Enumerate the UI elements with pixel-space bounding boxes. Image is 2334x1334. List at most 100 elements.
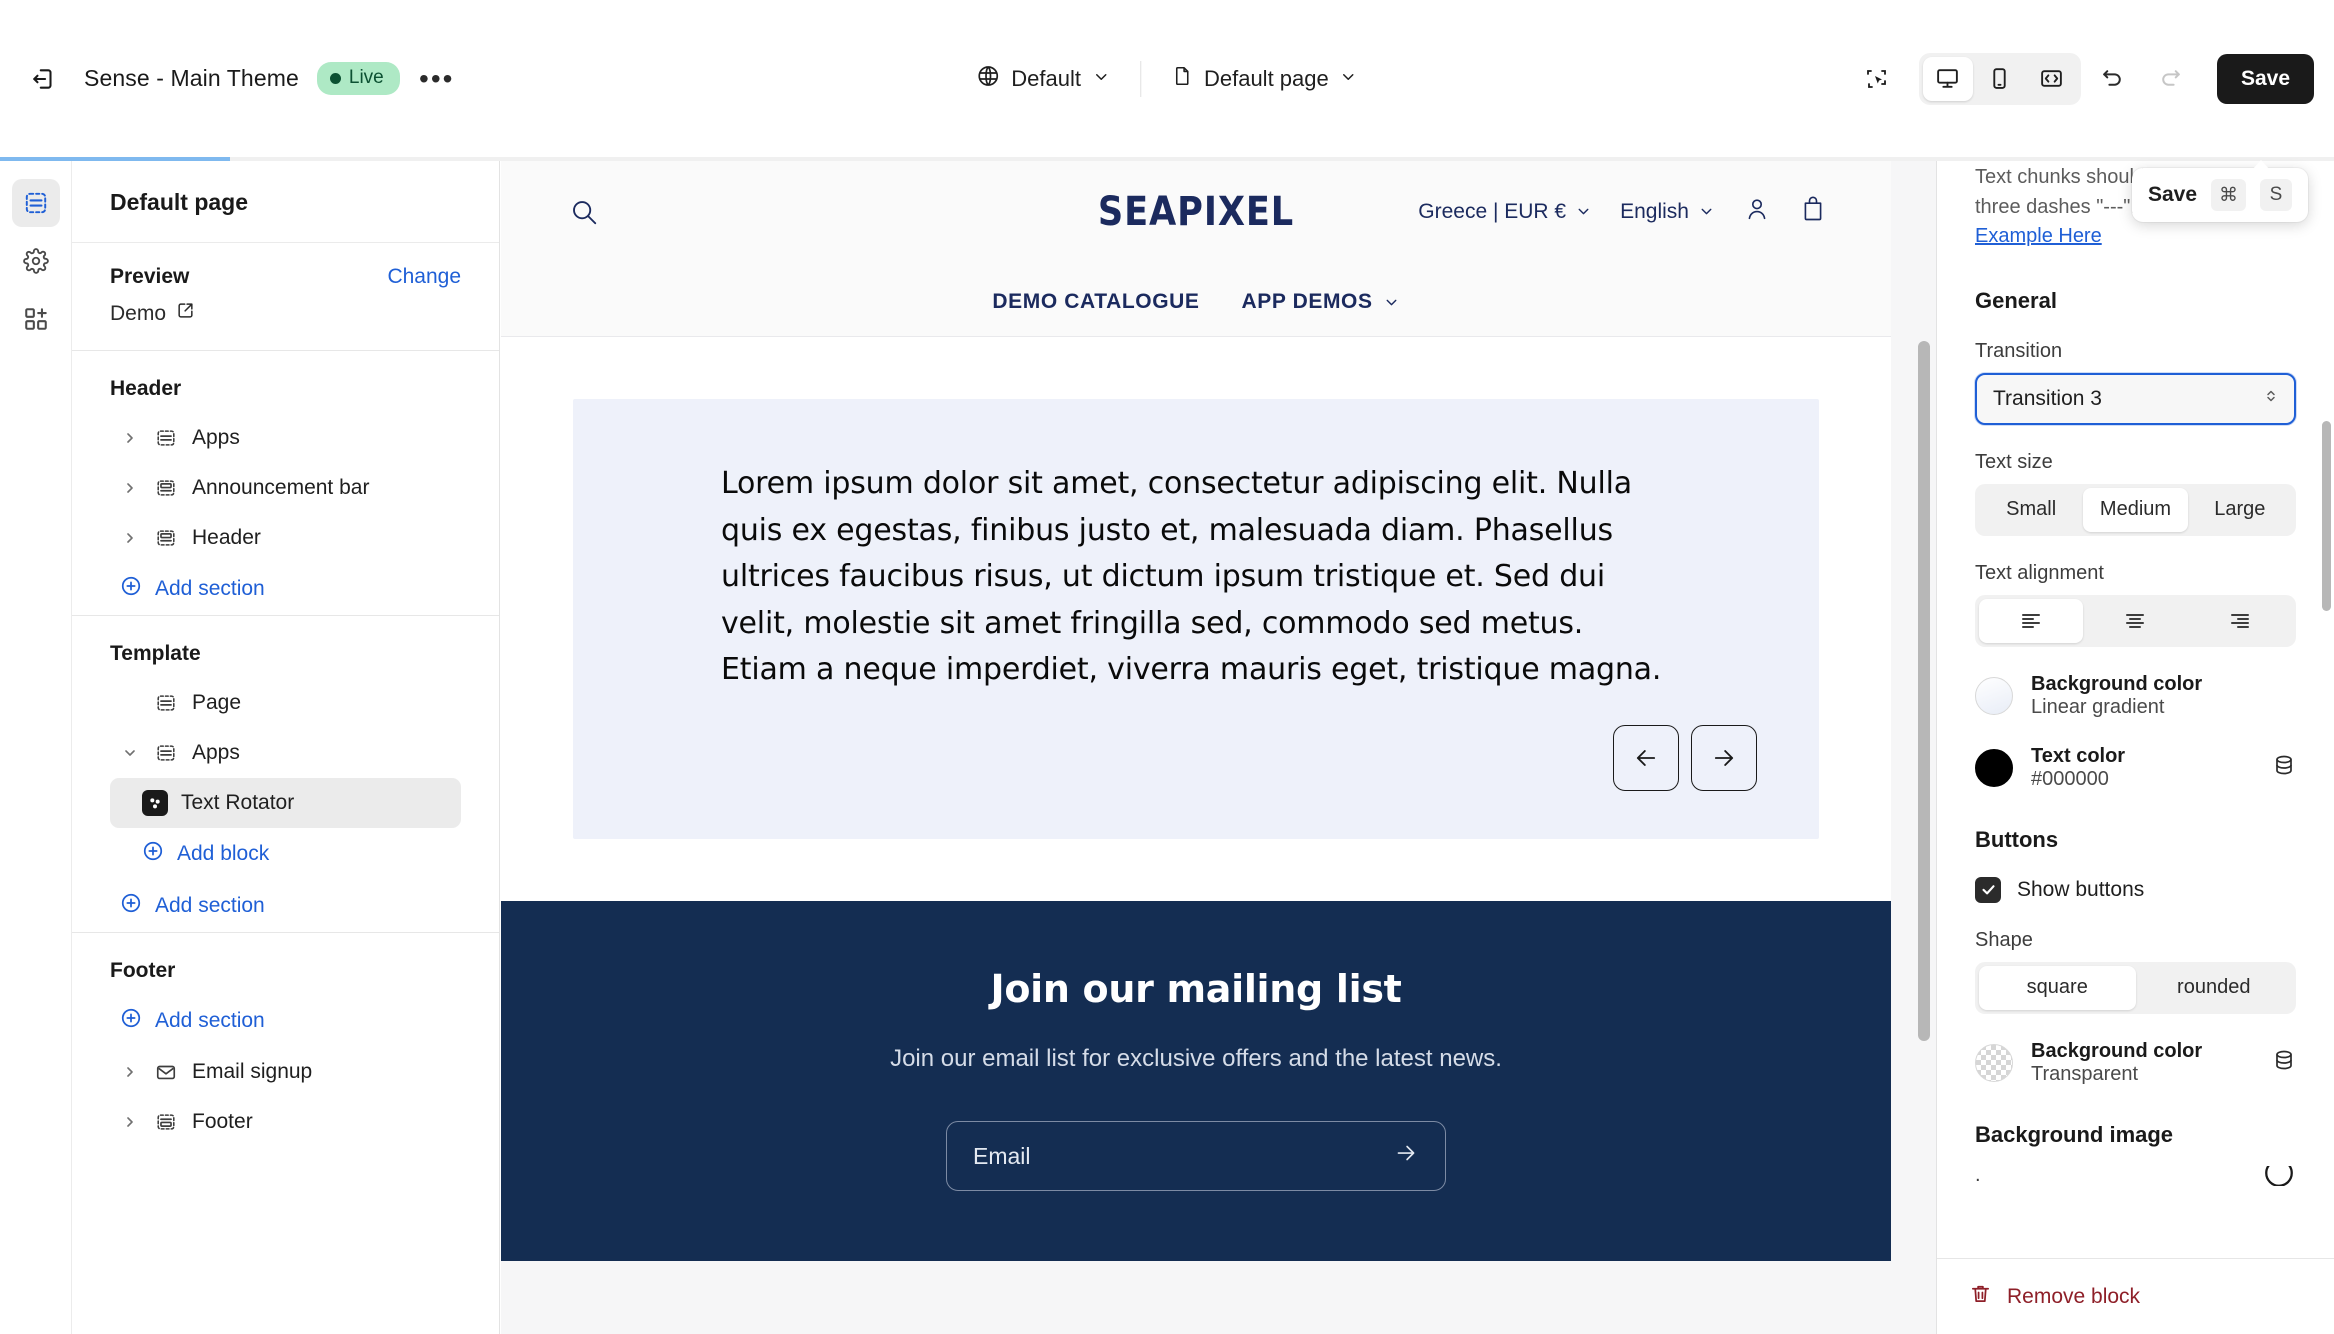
more-actions-button[interactable]: ••• <box>414 57 460 101</box>
sidebar-item-footer[interactable]: Footer <box>110 1097 461 1147</box>
undo-button[interactable] <box>2087 53 2139 105</box>
group-title-template: Template <box>110 642 201 665</box>
add-section-template-button[interactable]: Add section <box>110 880 461 932</box>
sidebar-item-header[interactable]: Header <box>110 513 461 563</box>
example-here-link[interactable]: Example Here <box>1975 225 2102 247</box>
plus-circle-icon <box>120 892 142 920</box>
change-preview-link[interactable]: Change <box>387 265 461 289</box>
chevron-down-icon <box>1701 208 1712 215</box>
add-section-header-button[interactable]: Add section <box>110 563 461 615</box>
preview-value-row[interactable]: Demo <box>110 301 461 326</box>
sidebar-item-label: Apps <box>192 426 240 449</box>
page-icon <box>1171 65 1193 93</box>
background-color-value: Linear gradient <box>2031 695 2165 718</box>
chevron-down-icon <box>120 745 140 761</box>
align-right-icon[interactable] <box>2188 599 2292 643</box>
save-button[interactable]: Save <box>2216 53 2314 104</box>
trash-icon <box>1969 1282 1992 1311</box>
background-image-swatch[interactable] <box>2262 1165 2296 1186</box>
align-left-icon[interactable] <box>1979 598 2084 643</box>
shape-square[interactable]: square <box>1979 965 2136 1010</box>
show-buttons-label: Show buttons <box>2017 877 2145 901</box>
transition-select[interactable]: Transition 3 <box>1975 372 2296 425</box>
preview-value: Demo <box>110 301 167 325</box>
sidebar-page-title: Default page <box>110 189 249 215</box>
rail-item-sections[interactable] <box>11 179 60 227</box>
chevron-right-icon <box>120 1114 140 1130</box>
database-icon[interactable] <box>2272 1048 2296 1077</box>
add-section-footer-button[interactable]: Add section <box>110 995 461 1047</box>
add-block-button[interactable]: Add block <box>110 828 461 880</box>
cart-icon[interactable] <box>1799 195 1827 228</box>
locale-selector[interactable]: Default <box>962 55 1124 103</box>
remove-block-button[interactable]: Remove block <box>1969 1282 2140 1311</box>
chevron-right-icon <box>120 1064 140 1080</box>
sidebar-item-announcement-bar[interactable]: Announcement bar <box>110 463 461 513</box>
page-selector[interactable]: Default page <box>1157 56 1372 102</box>
text-size-large[interactable]: Large <box>2188 488 2292 532</box>
rail-item-theme-settings[interactable] <box>12 237 60 285</box>
text-color-swatch[interactable] <box>1975 748 2013 787</box>
preview-scrollbar-thumb[interactable] <box>1918 341 1930 1041</box>
tooltip-key-modifier: ⌘ <box>2211 179 2246 211</box>
text-size-small[interactable]: Small <box>1979 488 2083 532</box>
live-label: Live <box>348 67 384 88</box>
device-desktop-button[interactable] <box>1922 56 1973 101</box>
rotator-card: Lorem ipsum dolor sit amet, consectetur … <box>573 399 1819 839</box>
live-dot <box>329 72 341 84</box>
database-icon[interactable] <box>2272 753 2296 782</box>
tooltip-label: Save <box>2147 183 2197 206</box>
rail-item-apps[interactable] <box>12 295 60 343</box>
nav-demo-catalogue[interactable]: DEMO CATALOGUE <box>992 290 1199 314</box>
email-placeholder: Email <box>973 1142 1031 1169</box>
exit-icon[interactable] <box>18 53 70 105</box>
sidebar-item-label: Footer <box>192 1110 253 1133</box>
sidebar-item-page[interactable]: Page <box>110 678 461 728</box>
settings-scrollbar-thumb[interactable] <box>2322 421 2331 611</box>
storefront-preview: SEAPIXEL Greece | EUR € English DEMO CAT… <box>501 161 1936 1334</box>
sidebar-item-email-signup[interactable]: Email signup <box>110 1047 461 1097</box>
language-selector[interactable]: English <box>1620 200 1715 224</box>
show-buttons-row[interactable]: Show buttons <box>1975 876 2296 903</box>
tooltip-key-char: S <box>2260 179 2292 211</box>
device-mobile-button[interactable] <box>1975 57 2025 101</box>
arrow-right-icon[interactable] <box>1393 1140 1419 1172</box>
loading-progress-bar <box>0 157 2334 161</box>
device-fullwidth-button[interactable] <box>2027 57 2077 101</box>
arrow-left-icon[interactable] <box>1613 725 1679 791</box>
sidebar-item-label: Page <box>192 691 242 714</box>
settings-scrollbar[interactable] <box>2322 161 2331 1258</box>
background-color-row[interactable]: Background color Linear gradient <box>1975 673 2296 719</box>
background-image-row-partial[interactable]: . <box>1975 1165 2296 1186</box>
background-color-text: Background color Linear gradient <box>2031 673 2296 719</box>
shape-rounded[interactable]: rounded <box>2136 966 2293 1010</box>
sidebar-item-apps-header[interactable]: Apps <box>110 413 461 463</box>
background-color-swatch[interactable] <box>1975 676 2013 715</box>
sidebar-block-text-rotator[interactable]: Text Rotator <box>110 778 461 828</box>
store-logo: SEAPIXEL <box>1097 189 1295 235</box>
show-buttons-checkbox[interactable] <box>1975 876 2001 903</box>
button-background-color-swatch[interactable] <box>1975 1043 2013 1082</box>
status-badge: Live <box>316 62 400 95</box>
nav-app-demos[interactable]: APP DEMOS <box>1242 290 1400 314</box>
arrow-right-icon[interactable] <box>1691 725 1757 791</box>
button-background-color-row[interactable]: Background color Transparent <box>1975 1040 2296 1086</box>
transition-value: Transition 3 <box>1993 386 2102 410</box>
add-section-label: Add section <box>155 577 265 600</box>
text-color-name: Text color <box>2031 744 2126 767</box>
store-header: SEAPIXEL Greece | EUR € English <box>501 161 1891 268</box>
search-icon[interactable] <box>569 197 599 232</box>
text-color-row[interactable]: Text color #000000 <box>1975 745 2296 791</box>
sidebar-item-apps-template[interactable]: Apps <box>110 728 461 778</box>
chevron-down-icon <box>1578 208 1589 215</box>
align-center-icon[interactable] <box>2083 599 2187 643</box>
button-background-color-name: Background color <box>2031 1039 2203 1062</box>
country-currency-selector[interactable]: Greece | EUR € <box>1418 200 1592 224</box>
globe-icon <box>976 64 1000 94</box>
email-field[interactable]: Email <box>946 1121 1446 1191</box>
toolbar-right-group: Save <box>1851 0 2314 157</box>
inspector-select-icon[interactable] <box>1851 53 1903 105</box>
person-icon[interactable] <box>1743 195 1771 228</box>
preview-scrollbar[interactable] <box>1918 161 1930 1334</box>
text-size-medium[interactable]: Medium <box>2083 487 2188 532</box>
